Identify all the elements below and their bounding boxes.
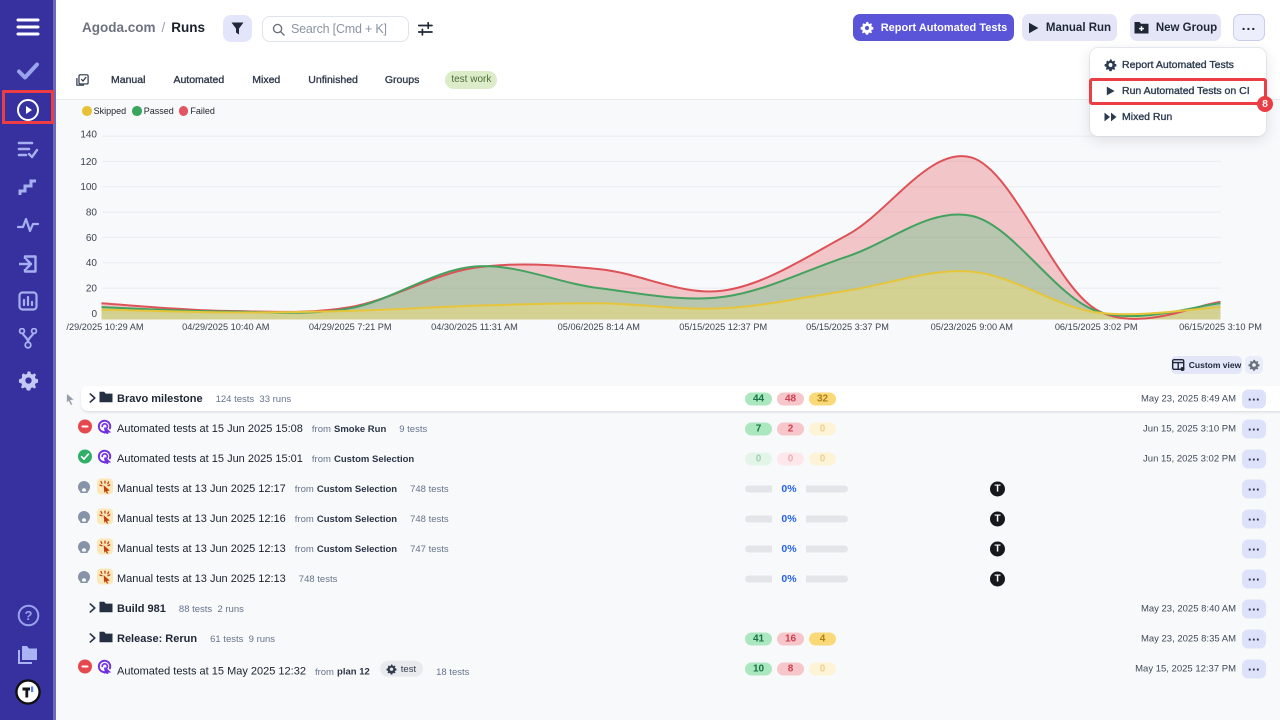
svg-text:04/29/2025 10:40 AM: 04/29/2025 10:40 AM [182,322,269,332]
svg-text:0: 0 [91,309,97,320]
svg-text:20: 20 [86,284,98,295]
svg-text:04/29/2025 7:21 PM: 04/29/2025 7:21 PM [309,322,392,332]
svg-text:06/15/2025 3:02 PM: 06/15/2025 3:02 PM [1055,322,1138,332]
svg-text:?: ? [24,608,32,623]
svg-text:120: 120 [80,157,97,168]
svg-text:/29/2025 10:29 AM: /29/2025 10:29 AM [66,322,143,332]
svg-text:40: 40 [86,258,98,269]
svg-text:05/15/2025 3:37 PM: 05/15/2025 3:37 PM [806,322,889,332]
svg-text:80: 80 [86,208,98,219]
svg-text:60: 60 [86,233,98,244]
svg-text:05/23/2025 9:00 AM: 05/23/2025 9:00 AM [931,322,1013,332]
svg-text:06/15/2025 3:10 PM: 06/15/2025 3:10 PM [1179,322,1262,332]
svg-text:04/30/2025 11:31 AM: 04/30/2025 11:31 AM [431,322,518,332]
svg-text:100: 100 [80,182,97,193]
svg-text:05/15/2025 12:37 PM: 05/15/2025 12:37 PM [679,322,767,332]
svg-text:140: 140 [80,130,97,141]
svg-text:05/06/2025 8:14 AM: 05/06/2025 8:14 AM [558,322,640,332]
